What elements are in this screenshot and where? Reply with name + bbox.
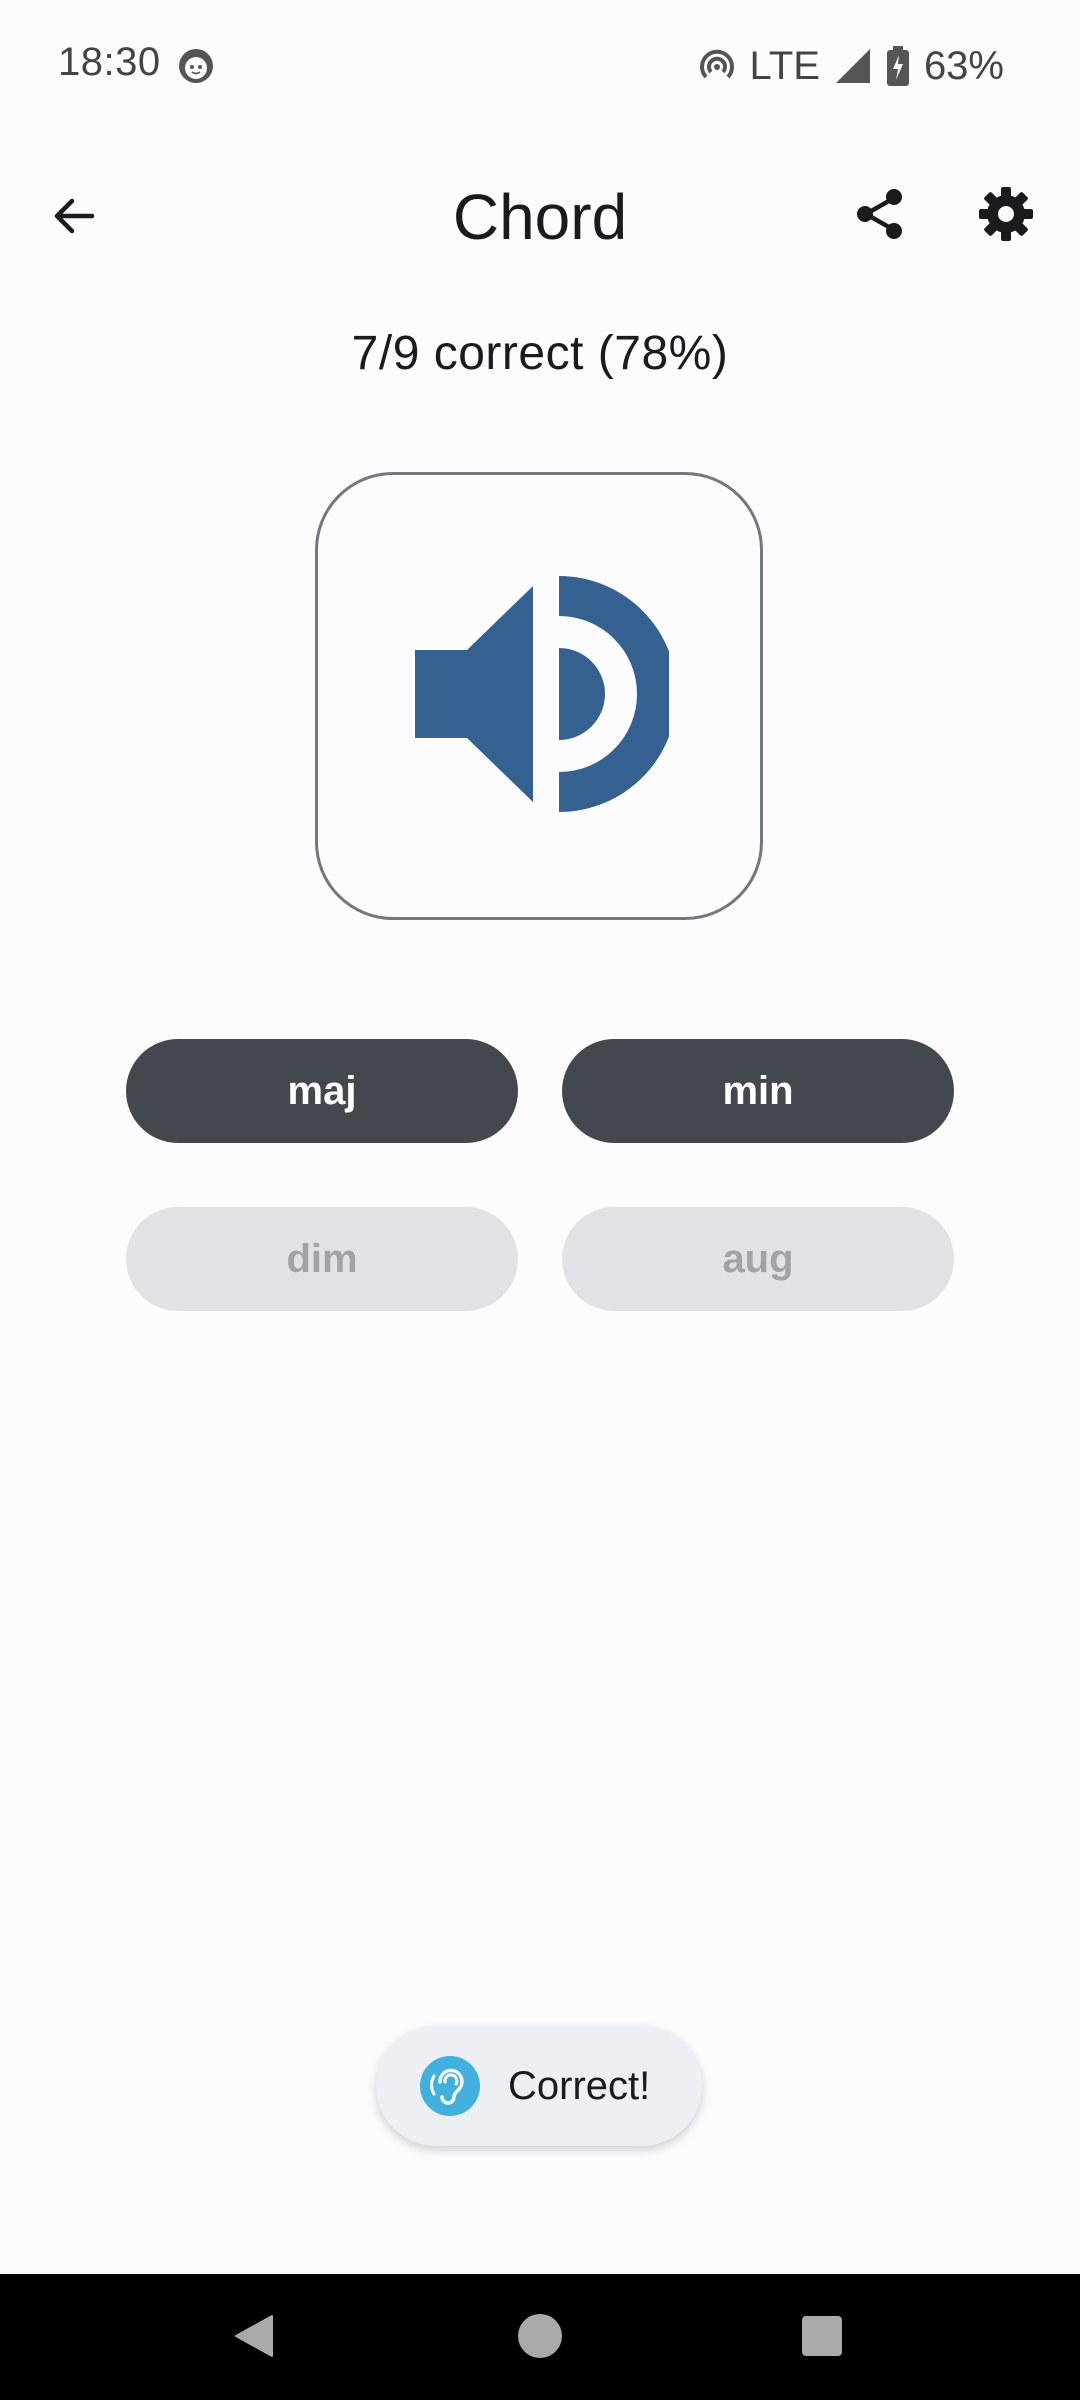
share-icon [852,186,908,247]
status-time: 18:30 [58,40,161,84]
speaker-icon [409,564,677,829]
toast-text: Correct! [508,2063,651,2108]
nav-recents-icon[interactable] [802,2316,842,2356]
network-type: LTE [749,43,820,88]
play-chord-button[interactable] [315,472,763,920]
toast-message: Correct! [376,2026,702,2146]
battery-icon [886,46,910,86]
hotspot-icon [698,47,736,85]
answer-button-dim: dim [126,1207,518,1311]
status-bar: 18:30 LTE 63% [0,0,1080,130]
answer-button-min[interactable]: min [562,1039,954,1143]
status-indicators: LTE 63% [698,40,1004,92]
settings-button[interactable] [966,176,1046,256]
nav-home-icon[interactable] [518,2314,562,2358]
system-nav-bar [0,2274,1080,2400]
signal-icon [834,47,872,85]
ear-icon [420,2056,480,2116]
face-icon [178,48,214,84]
answer-button-aug: aug [562,1207,954,1311]
nav-back-icon[interactable] [232,2314,276,2363]
share-button[interactable] [840,176,920,256]
gear-icon [978,186,1034,247]
score-text: 7/9 correct (78%) [351,327,729,380]
battery-level: 63% [923,43,1004,88]
answer-button-maj[interactable]: maj [126,1039,518,1143]
